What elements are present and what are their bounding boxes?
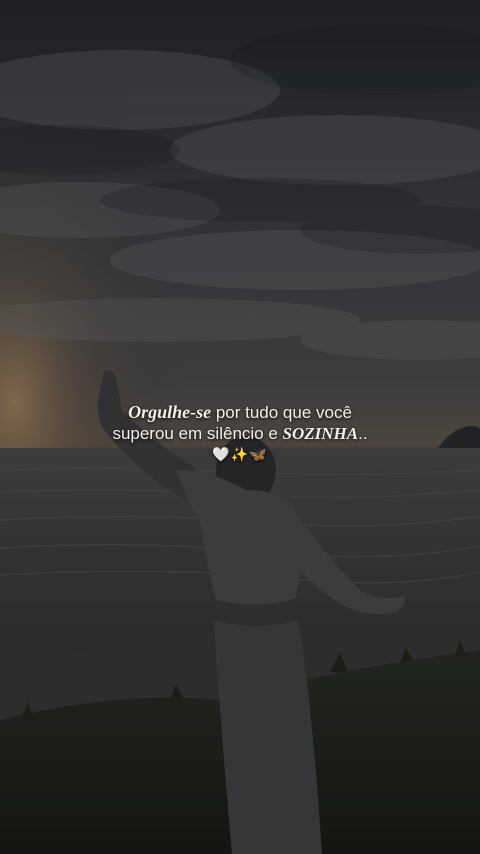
caption-line1-rest: por tudo que você: [211, 403, 352, 422]
photo-background: Orgulhe-se por tudo que você superou em …: [0, 0, 480, 854]
caption-line-2: superou em silêncio e SOZINHA..: [0, 423, 480, 444]
caption-line-1: Orgulhe-se por tudo que você: [0, 402, 480, 423]
quote-caption: Orgulhe-se por tudo que você superou em …: [0, 402, 480, 465]
caption-emphasis-end: SOZINHA: [282, 424, 359, 443]
caption-line2-start: superou em silêncio e: [112, 424, 283, 443]
caption-emoji: 🤍✨🦋: [212, 446, 268, 462]
caption-line2-end: ..: [358, 424, 368, 443]
caption-emphasis-start: Orgulhe-se: [128, 402, 212, 422]
